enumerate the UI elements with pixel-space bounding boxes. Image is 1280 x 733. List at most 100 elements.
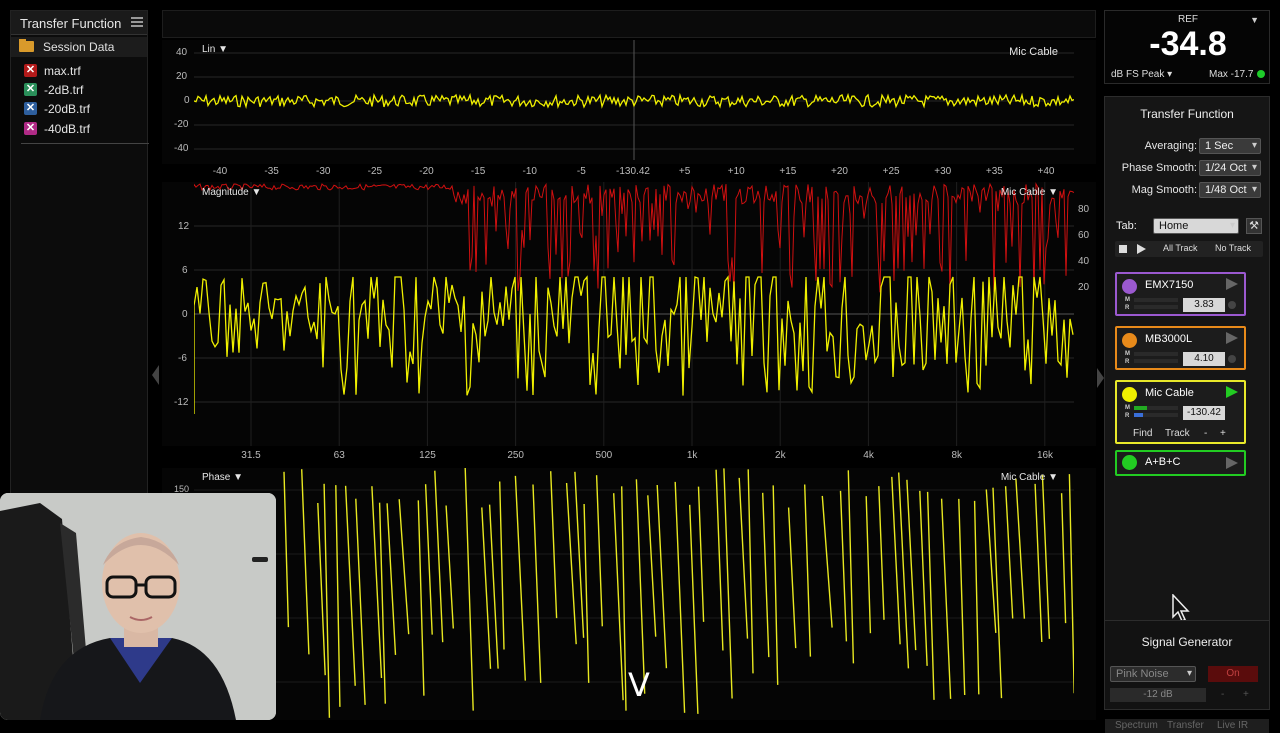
presenter-video: [0, 493, 276, 720]
live-ir-x-axis: -40 -35 -30 -25 -20 -15 -10 -5 -130.42 +5 +10 +15 +2…: [162, 166, 1096, 180]
play-icon[interactable]: [1137, 244, 1146, 254]
y-tick: -6: [178, 353, 187, 364]
mag-meter: [1134, 352, 1178, 356]
ref-meter-bar: [1134, 413, 1178, 417]
magnitude-plot[interactable]: Magnitude ▼ Mic Cable ▼ 12 6 0 -6 -12 80…: [162, 182, 1096, 446]
y-tick: 6: [182, 265, 188, 276]
track-color-dot[interactable]: [1122, 333, 1137, 348]
collapse-right-icon[interactable]: [1097, 368, 1104, 388]
meter-labels: MR: [1125, 351, 1130, 365]
signal-generator-panel: Signal Generator Pink Noise On -12 dB - …: [1104, 620, 1270, 733]
track-color-dot[interactable]: [1122, 279, 1137, 294]
meter-labels: MR: [1125, 405, 1130, 419]
track-name: MB3000L: [1145, 333, 1193, 345]
session-data-folder[interactable]: Session Data: [11, 37, 147, 57]
tab-transfer[interactable]: Transfer: [1167, 720, 1204, 731]
level-increment[interactable]: +: [1243, 689, 1249, 700]
menu-icon[interactable]: [131, 16, 143, 28]
x-tick: +25: [882, 166, 900, 177]
phase-dropdown[interactable]: Phase ▼: [202, 472, 243, 483]
delay-value[interactable]: -130.42: [1183, 406, 1225, 420]
stop-icon[interactable]: [1119, 245, 1127, 253]
trace-label: Mic Cable: [1009, 46, 1058, 58]
remove-icon[interactable]: ✕: [24, 64, 37, 77]
track-emx7150[interactable]: EMX7150 MR 3.83: [1115, 272, 1246, 316]
ref-meter[interactable]: REF ▼ -34.8 dB FS Peak ▾ Max -17.7: [1104, 10, 1270, 84]
x-tick: 63: [333, 450, 345, 461]
ref-title: REF: [1178, 14, 1198, 25]
track-mic-cable[interactable]: Mic Cable MR -130.42 Find Track - +: [1115, 380, 1246, 444]
magnitude-dropdown[interactable]: Magnitude ▼: [202, 187, 261, 198]
file-name: -20dB.trf: [44, 102, 91, 116]
x-tick: 250: [507, 450, 524, 461]
mode-dropdown[interactable]: Lin ▼: [202, 44, 228, 55]
delay-value[interactable]: 4.10: [1183, 352, 1225, 366]
x-tick: 4k: [863, 450, 874, 461]
file-name: -2dB.trf: [44, 83, 84, 97]
phase-plot[interactable]: Phase ▼ Mic Cable ▼ 150 V: [162, 468, 1096, 720]
file-item[interactable]: ✕ -40dB.trf: [11, 119, 147, 138]
generator-on-button[interactable]: On: [1208, 666, 1258, 682]
play-icon[interactable]: [1226, 278, 1238, 290]
trace-label: Mic Cable ▼: [1000, 187, 1058, 198]
unit-dropdown[interactable]: dB FS Peak ▾: [1111, 69, 1172, 80]
overlay-letter: V: [628, 666, 650, 704]
phase-smooth-label: Phase Smooth:: [1121, 162, 1197, 174]
play-icon[interactable]: [1226, 457, 1238, 469]
x-tick: 1k: [686, 450, 698, 461]
ref-meter-bar: [1134, 305, 1178, 309]
tools-icon[interactable]: ⚒: [1246, 218, 1262, 234]
find-button[interactable]: Find: [1133, 428, 1152, 439]
x-tick: 500: [595, 450, 613, 461]
all-track-button[interactable]: All Track: [1163, 243, 1198, 253]
decrement-button[interactable]: -: [1204, 428, 1207, 439]
toolbar: [162, 10, 1096, 38]
phase-smooth-select[interactable]: 1/24 Oct: [1199, 160, 1261, 176]
x-tick: +30: [934, 166, 952, 177]
coherence-tick: 80: [1078, 204, 1090, 215]
play-icon[interactable]: [1226, 332, 1238, 344]
status-led: [1228, 355, 1236, 363]
remove-icon[interactable]: ✕: [24, 102, 37, 115]
level-decrement[interactable]: -: [1221, 689, 1224, 700]
ref-value: -34.8: [1149, 25, 1227, 63]
remove-icon[interactable]: ✕: [24, 122, 37, 135]
file-item[interactable]: ✕ max.trf: [11, 61, 147, 80]
averaging-select[interactable]: 1 Sec: [1199, 138, 1261, 154]
remove-icon[interactable]: ✕: [24, 83, 37, 96]
increment-button[interactable]: +: [1220, 428, 1226, 439]
track-button[interactable]: Track: [1165, 428, 1190, 439]
y-tick: 20: [176, 71, 188, 82]
status-led: [1228, 301, 1236, 309]
tab-live-ir[interactable]: Live IR: [1217, 720, 1248, 731]
coherence-tick: 20: [1078, 282, 1090, 293]
no-track-button[interactable]: No Track: [1215, 243, 1251, 253]
x-tick: -15: [470, 166, 486, 177]
noise-type-select[interactable]: Pink Noise: [1110, 666, 1196, 682]
x-tick: -10: [522, 166, 537, 177]
live-ir-grid: [194, 40, 1074, 160]
play-icon[interactable]: [1226, 386, 1238, 398]
right-panel: REF ▼ -34.8 dB FS Peak ▾ Max -17.7 Trans…: [1104, 10, 1270, 733]
x-tick: +20: [831, 166, 848, 177]
trace-label: Mic Cable ▼: [1000, 472, 1058, 483]
mode-tabs: Spectrum Transfer Live IR: [1105, 719, 1269, 733]
mag-smooth-select[interactable]: 1/48 Oct: [1199, 182, 1261, 198]
file-item[interactable]: ✕ -20dB.trf: [11, 99, 147, 118]
tab-spectrum[interactable]: Spectrum: [1115, 720, 1158, 731]
magnitude-label: Magnitude: [202, 187, 249, 198]
ref-dropdown-icon[interactable]: ▼: [1250, 15, 1259, 25]
tab-select[interactable]: Home: [1153, 218, 1239, 234]
track-color-dot[interactable]: [1122, 455, 1137, 470]
level-value[interactable]: -12 dB: [1110, 688, 1206, 702]
track-mb3000l[interactable]: MB3000L MR 4.10: [1115, 326, 1246, 370]
collapse-left-icon[interactable]: [152, 365, 159, 385]
file-name: max.trf: [44, 64, 81, 78]
file-item[interactable]: ✕ -2dB.trf: [11, 80, 147, 99]
track-a-b-c[interactable]: A+B+C: [1115, 450, 1246, 476]
data-bar-title: Transfer Function: [11, 11, 147, 35]
track-color-dot[interactable]: [1122, 387, 1137, 402]
delay-value[interactable]: 3.83: [1183, 298, 1225, 312]
x-tick: -30: [316, 166, 331, 177]
live-ir-plot[interactable]: Lin ▼ Mic Cable 40 20 0 -20 -40: [162, 40, 1096, 164]
